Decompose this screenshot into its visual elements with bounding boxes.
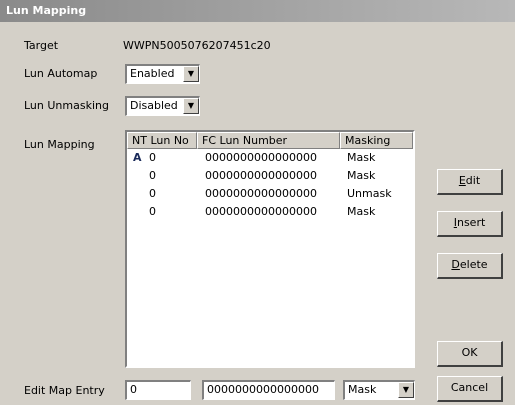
lun-mapping-list[interactable]: NT Lun No FC Lun Number Masking A 0 0000… (125, 130, 415, 368)
table-row[interactable]: 0 0000000000000000 Mask (127, 167, 413, 185)
lun-unmasking-select[interactable]: Disabled ▼ (125, 96, 200, 116)
edit-button-accelerator: E (458, 174, 466, 187)
lun-mapping-label: Lun Mapping (24, 138, 95, 151)
insert-button-label: nsert (456, 216, 486, 229)
masking-cell: Unmask (347, 187, 392, 200)
nt-lun-cell: 0 (149, 205, 156, 218)
target-value: WWPN5005076207451c20 (123, 39, 271, 52)
table-row[interactable]: A 0 0000000000000000 Mask (127, 149, 413, 167)
fc-lun-cell: 0000000000000000 (205, 205, 317, 218)
chevron-down-icon[interactable]: ▼ (398, 382, 414, 398)
masking-select-value: Mask (348, 383, 377, 396)
fc-lun-cell: 0000000000000000 (205, 187, 317, 200)
column-header-nt-lun[interactable]: NT Lun No (127, 132, 197, 149)
lun-automap-value: Enabled (130, 67, 175, 80)
cancel-button[interactable]: Cancel (437, 376, 503, 402)
table-row[interactable]: 0 0000000000000000 Unmask (127, 185, 413, 203)
lun-unmasking-value: Disabled (130, 99, 178, 112)
masking-select[interactable]: Mask ▼ (343, 380, 415, 400)
nt-lun-cell: 0 (149, 187, 156, 200)
edit-button-label: dit (465, 174, 481, 187)
nt-lun-cell: 0 (149, 151, 156, 164)
ok-button[interactable]: OK (437, 341, 503, 367)
table-row[interactable]: 0 0000000000000000 Mask (127, 203, 413, 221)
column-header-fc-lun[interactable]: FC Lun Number (197, 132, 340, 149)
delete-button-accelerator: D (451, 258, 460, 271)
chevron-down-icon[interactable]: ▼ (183, 66, 199, 82)
nt-lun-cell: 0 (149, 169, 156, 182)
fc-lun-cell: 0000000000000000 (205, 169, 317, 182)
chevron-down-icon[interactable]: ▼ (183, 98, 199, 114)
lun-automap-select[interactable]: Enabled ▼ (125, 64, 200, 84)
delete-button[interactable]: Delete (437, 253, 503, 279)
delete-button-label: elete (459, 258, 488, 271)
target-label: Target (24, 39, 59, 52)
edit-button[interactable]: Edit (437, 169, 503, 195)
masking-cell: Mask (347, 205, 376, 218)
fc-lun-input[interactable]: 0000000000000000 (202, 380, 335, 400)
nt-lun-input[interactable]: 0 (125, 380, 191, 400)
fc-lun-cell: 0000000000000000 (205, 151, 317, 164)
lun-unmasking-label: Lun Unmasking (24, 99, 109, 112)
window-title: Lun Mapping (0, 0, 515, 22)
insert-button[interactable]: Insert (437, 211, 503, 237)
edit-map-entry-label: Edit Map Entry (24, 384, 105, 397)
masking-cell: Mask (347, 169, 376, 182)
masking-cell: Mask (347, 151, 376, 164)
lun-automap-label: Lun Automap (24, 67, 98, 80)
column-header-masking[interactable]: Masking (340, 132, 413, 149)
row-marker-icon: A (133, 151, 142, 164)
